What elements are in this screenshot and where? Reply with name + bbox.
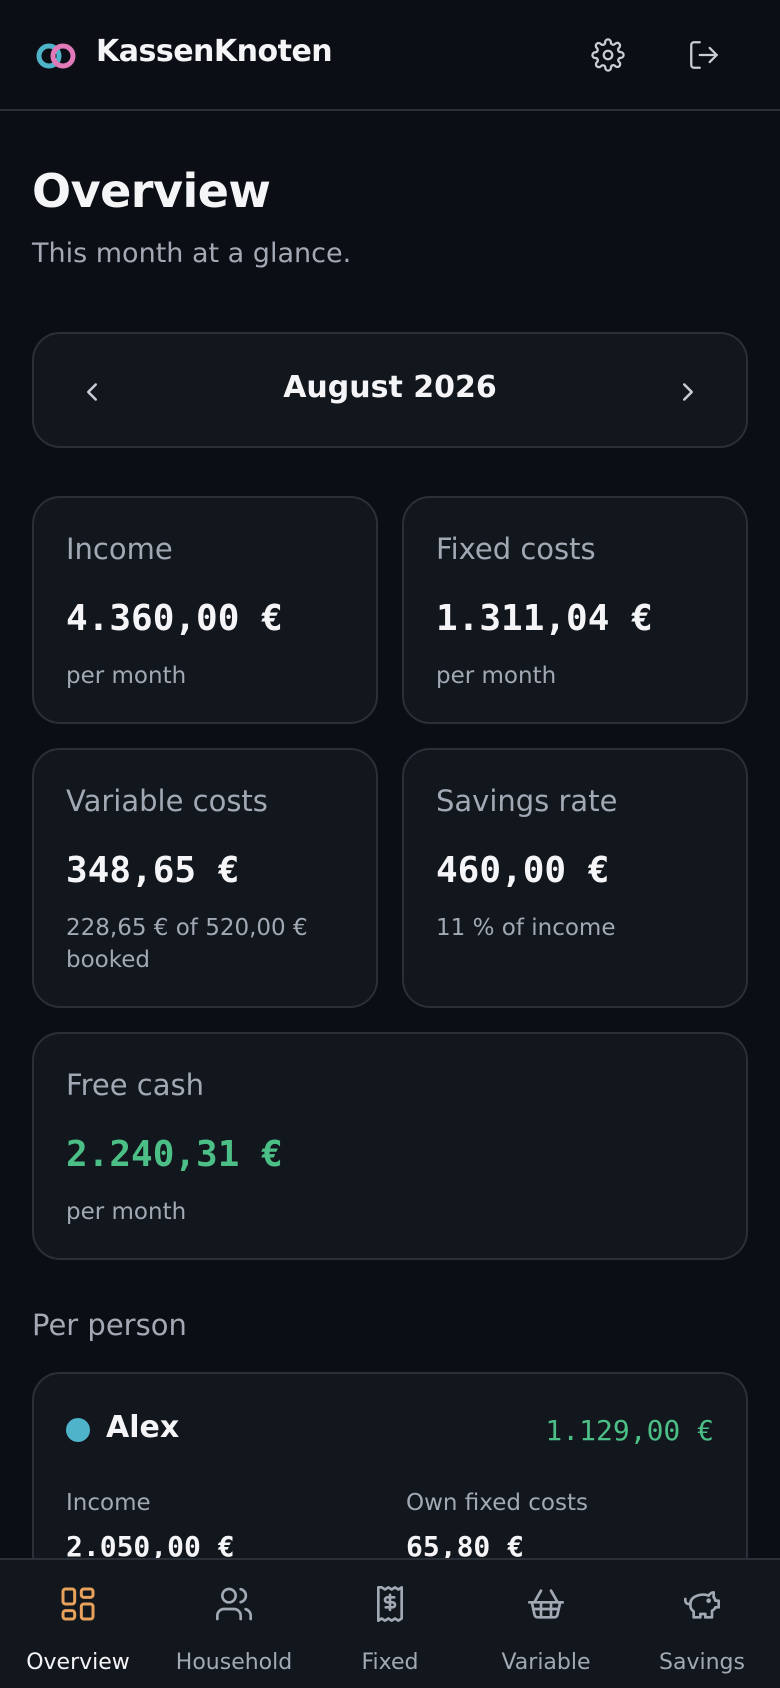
- card-value: 4.360,00 €: [66, 598, 283, 639]
- card-label: Income: [66, 532, 173, 566]
- person-fixed-label: Own fixed costs: [406, 1490, 588, 1516]
- card-value: 1.311,04 €: [436, 598, 653, 639]
- card-label: Variable costs: [66, 784, 268, 818]
- card-label: Free cash: [66, 1068, 204, 1102]
- chevron-right-icon: [683, 383, 693, 401]
- card-value: 348,65 €: [66, 850, 240, 891]
- page-subtitle: This month at a glance.: [32, 238, 352, 269]
- page-title: Overview: [32, 164, 271, 218]
- card-note: per month: [436, 663, 557, 689]
- nav-savings[interactable]: Savings: [624, 1560, 780, 1688]
- nav-label: Fixed: [361, 1650, 419, 1675]
- basket-icon: [528, 1589, 564, 1619]
- logout-button[interactable]: [682, 33, 726, 77]
- card-value: 460,00 €: [436, 850, 610, 891]
- nav-variable[interactable]: Variable: [468, 1560, 624, 1688]
- card-note: per month: [66, 1199, 187, 1225]
- person-name: Alex: [106, 1410, 180, 1445]
- month-selector: August 2026: [32, 332, 748, 448]
- fixed-costs-card: Fixed costs 1.311,04 € per month: [402, 496, 748, 724]
- gear-icon: [591, 38, 625, 72]
- savings-rate-card: Savings rate 460,00 € 11 % of income: [402, 748, 748, 1008]
- nav-label: Savings: [659, 1650, 745, 1675]
- section-title: Per person: [32, 1308, 187, 1342]
- nav-label: Variable: [501, 1650, 591, 1675]
- card-note: per month: [66, 663, 187, 689]
- brand-name: KassenKnoten: [96, 34, 333, 69]
- variable-costs-card: Variable costs 348,65 € 228,65 € of 520,…: [32, 748, 378, 1008]
- nav-overview[interactable]: Overview: [0, 1560, 156, 1688]
- card-label: Fixed costs: [436, 532, 596, 566]
- next-month-button[interactable]: [660, 364, 716, 420]
- logout-icon: [690, 41, 718, 69]
- current-month: August 2026: [283, 370, 497, 405]
- nav-label: Household: [175, 1650, 293, 1675]
- piggy-bank-icon: [684, 1591, 720, 1619]
- receipt-icon: [377, 1586, 403, 1622]
- card-label: Savings rate: [436, 784, 618, 818]
- nav-household[interactable]: Household: [156, 1560, 312, 1688]
- settings-button[interactable]: [586, 33, 630, 77]
- nav-fixed[interactable]: Fixed: [312, 1560, 468, 1688]
- logo-icon: [36, 43, 76, 69]
- income-card: Income 4.360,00 € per month: [32, 496, 378, 724]
- card-note: 11 % of income: [436, 915, 616, 941]
- users-icon: [216, 1587, 253, 1621]
- card-note: 228,65 € of 520,00 € booked: [66, 915, 308, 973]
- app-header: KassenKnoten: [0, 0, 780, 111]
- bottom-navigation: Overview Household Fixed Variable Saving…: [0, 1558, 780, 1688]
- card-value: 2.240,31 €: [66, 1134, 283, 1175]
- free-cash-card: Free cash 2.240,31 € per month: [32, 1032, 748, 1260]
- person-color-dot: [66, 1418, 90, 1442]
- nav-label: Overview: [26, 1650, 130, 1675]
- dashboard-icon: [61, 1587, 95, 1621]
- person-income-label: Income: [66, 1490, 151, 1516]
- person-total: 1.129,00 €: [545, 1414, 714, 1447]
